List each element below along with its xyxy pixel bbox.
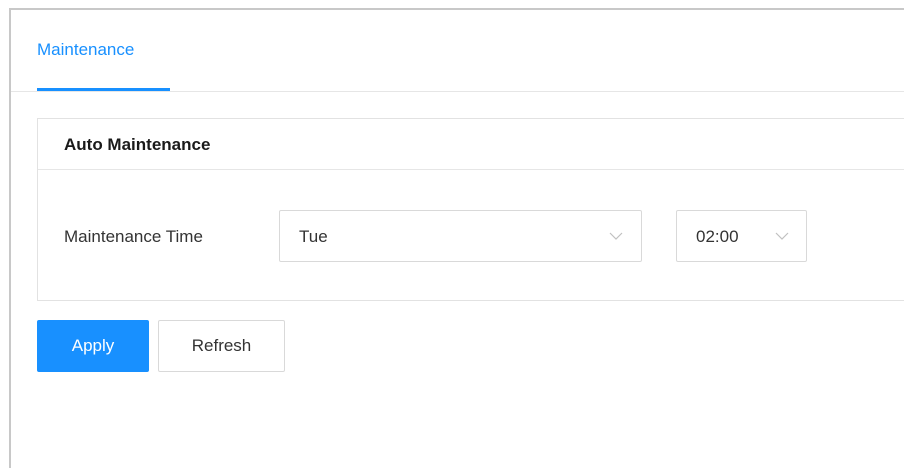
tab-bar: Maintenance xyxy=(11,10,904,92)
maintenance-time-value: 02:00 xyxy=(696,227,739,246)
tab-maintenance[interactable]: Maintenance xyxy=(37,40,134,90)
auto-maintenance-panel: Auto Maintenance Maintenance Time Tue 02… xyxy=(37,118,904,301)
refresh-button[interactable]: Refresh xyxy=(158,320,285,372)
active-tab-indicator xyxy=(37,88,170,91)
chevron-down-icon xyxy=(609,232,623,240)
chevron-down-icon xyxy=(775,232,789,240)
maintenance-time-select[interactable]: 02:00 xyxy=(676,210,807,262)
maintenance-day-value: Tue xyxy=(299,227,328,246)
panel-title: Auto Maintenance xyxy=(64,135,211,154)
maintenance-time-label: Maintenance Time xyxy=(64,227,203,246)
apply-button[interactable]: Apply xyxy=(37,320,149,372)
content-frame: Maintenance Auto Maintenance Maintenance… xyxy=(9,8,904,468)
maintenance-day-select[interactable]: Tue xyxy=(279,210,642,262)
panel-header: Auto Maintenance xyxy=(38,119,904,170)
